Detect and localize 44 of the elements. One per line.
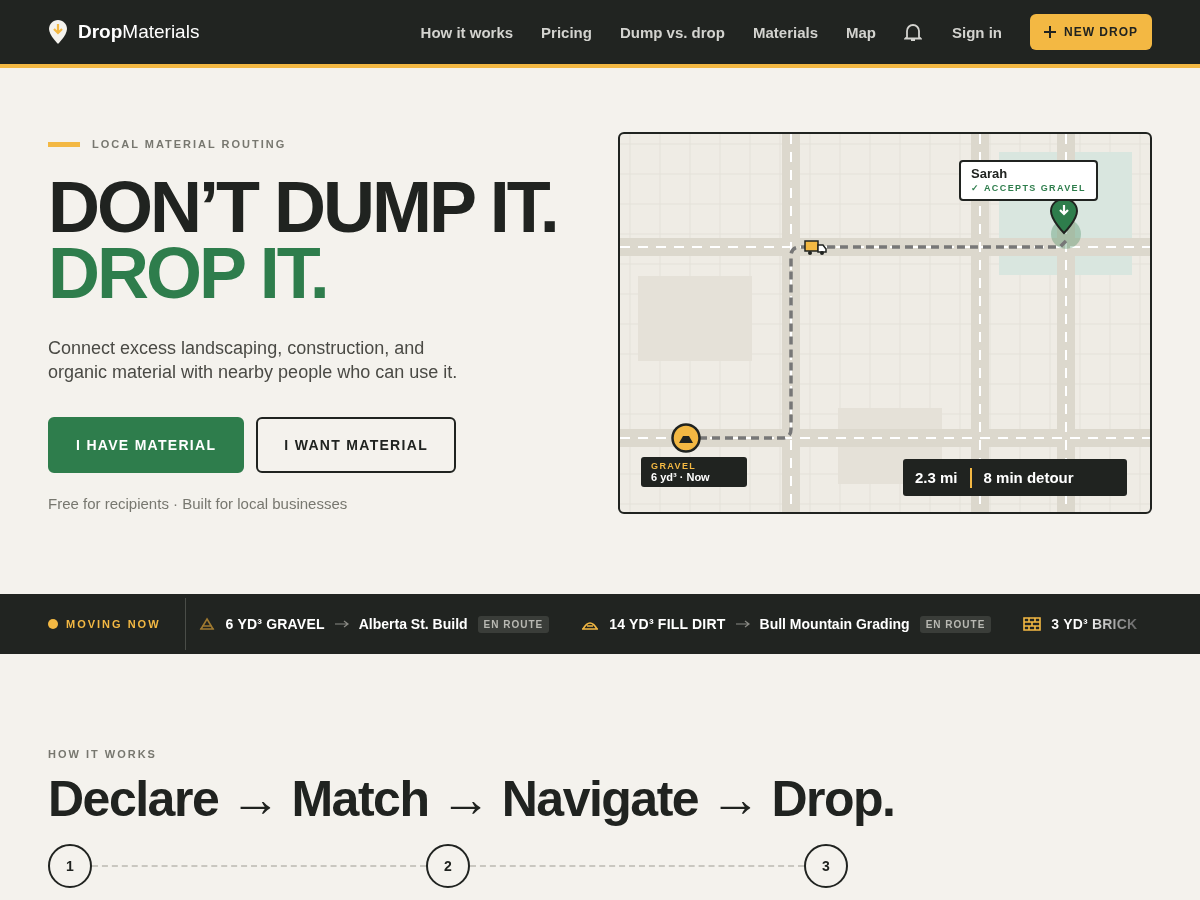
have-material-button[interactable]: I HAVE MATERIAL bbox=[48, 417, 245, 473]
hero-eyebrow: LOCAL MATERIAL ROUTING bbox=[92, 138, 287, 150]
section-title: Declare → Match → Navigate → Drop. bbox=[48, 770, 896, 828]
live-dot-icon bbox=[48, 619, 58, 629]
arrow-right-icon bbox=[735, 620, 750, 628]
ticker-label: MOVING NOW bbox=[66, 598, 186, 650]
nav-link[interactable]: Pricing bbox=[541, 23, 592, 41]
ticker-material: 3 YD³ BRICK bbox=[1051, 616, 1138, 632]
step-number: 3 bbox=[804, 844, 848, 888]
status-badge: EN ROUTE bbox=[477, 615, 550, 633]
gravel-pile-icon bbox=[197, 617, 216, 631]
ticker-destination: Bull Mountain Grading bbox=[759, 616, 910, 632]
status-badge: EN ROUTE bbox=[919, 615, 992, 633]
hero-headline: DON’T DUMP IT. bbox=[48, 174, 558, 240]
recipient-name: Sarah bbox=[971, 166, 1009, 181]
hero-headline-accent: DROP IT. bbox=[48, 240, 328, 306]
plus-icon bbox=[1044, 26, 1056, 38]
route-distance: 2.3 mi bbox=[915, 469, 958, 486]
arrow-right-icon bbox=[334, 620, 349, 628]
step-number: 2 bbox=[426, 844, 470, 888]
recipient-status: ✓ ACCEPTS GRAVEL bbox=[971, 183, 1086, 193]
ticker-material: 6 YD³ GRAVEL bbox=[225, 616, 325, 632]
section-eyebrow: HOW IT WORKS bbox=[48, 748, 157, 760]
truck-icon bbox=[804, 240, 828, 256]
bell-icon[interactable] bbox=[904, 22, 922, 42]
want-material-button[interactable]: I WANT MATERIAL bbox=[256, 417, 456, 473]
nav-link[interactable]: Materials bbox=[752, 23, 818, 41]
new-drop-button[interactable]: NEW DROP bbox=[1030, 14, 1152, 50]
step-number: 1 bbox=[48, 844, 92, 888]
brick-icon bbox=[1023, 617, 1042, 631]
hero-description: Connect excess landscaping, construction, and organic material with nearby people who can use it. bbox=[48, 337, 459, 384]
sign-in-link[interactable]: Sign in bbox=[952, 23, 1002, 41]
nav-link[interactable]: Dump vs. drop bbox=[619, 23, 725, 41]
nav-link[interactable]: How it works bbox=[420, 23, 514, 41]
ticker-material: 14 YD³ FILL DIRT bbox=[609, 616, 726, 632]
source-detail: 6 yd³ · Now bbox=[651, 471, 711, 483]
hero-note: Free for recipients · Built for local businesses bbox=[48, 495, 349, 512]
ticker-destination: Alberta St. Build bbox=[358, 616, 468, 632]
source-material: GRAVEL bbox=[651, 461, 698, 471]
route-detour: 8 min detour bbox=[983, 469, 1074, 486]
nav-link[interactable]: Map bbox=[846, 23, 876, 41]
gravel-marker-icon bbox=[671, 423, 701, 453]
pin-logo-icon bbox=[48, 19, 68, 45]
brand-name[interactable]: DropMaterials bbox=[78, 21, 200, 43]
